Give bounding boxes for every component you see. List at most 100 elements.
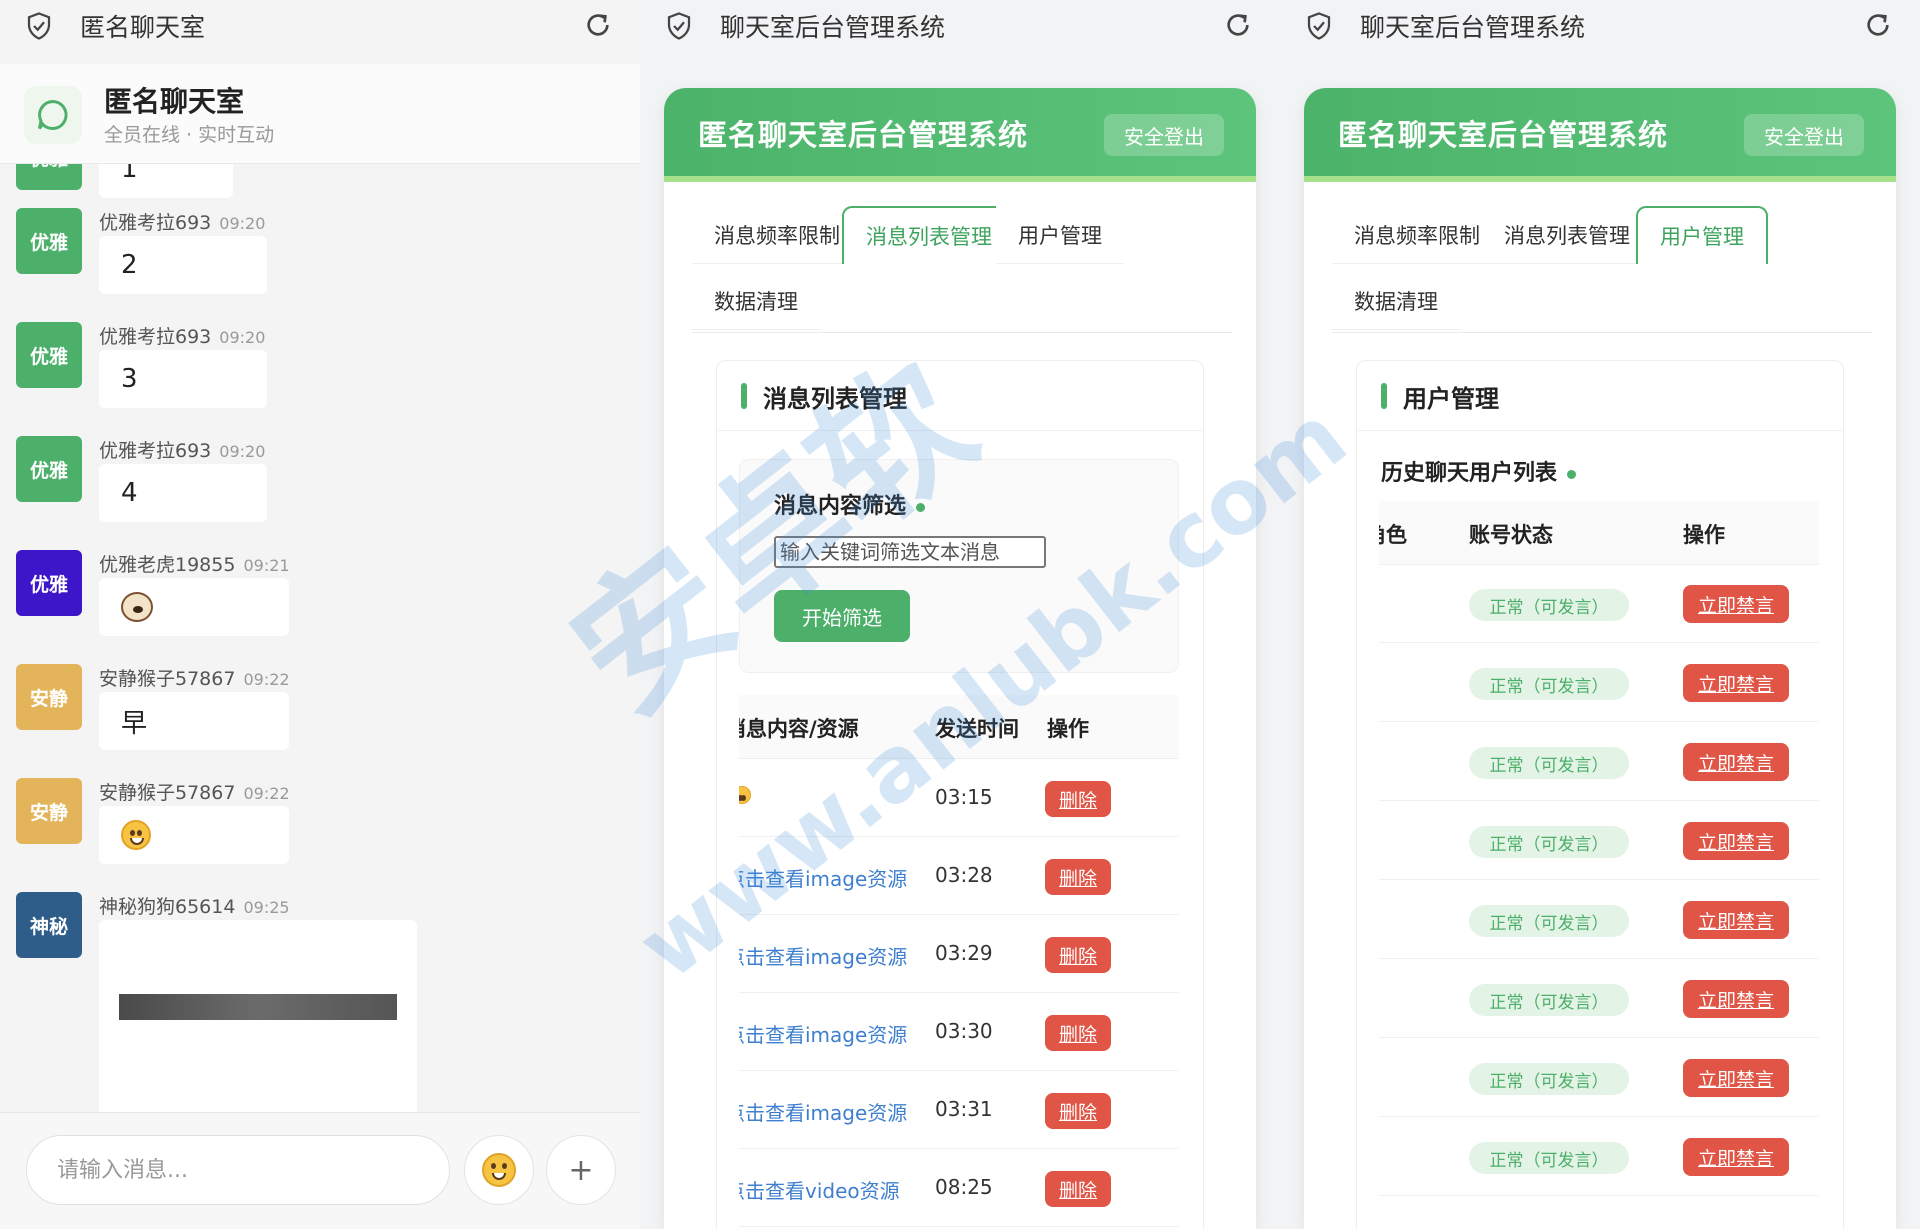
reload-icon[interactable] xyxy=(582,9,614,41)
delete-button[interactable]: 删除 xyxy=(1045,1093,1111,1129)
reload-icon[interactable] xyxy=(1862,9,1894,41)
mute-user-button[interactable]: 立即禁言 xyxy=(1683,585,1789,623)
avatar[interactable]: 优雅 xyxy=(16,164,82,190)
table-header: 消息内容/资源 发送时间 操作 xyxy=(739,695,1179,759)
section-accent-bar xyxy=(741,383,747,409)
logout-button[interactable]: 安全登出 xyxy=(1104,114,1224,156)
logout-button[interactable]: 安全登出 xyxy=(1744,114,1864,156)
column-header-action: 操作 xyxy=(1047,717,1089,741)
avatar[interactable]: 神秘 xyxy=(16,892,82,958)
mute-user-button[interactable]: 立即禁言 xyxy=(1683,901,1789,939)
mute-user-button[interactable]: 立即禁言 xyxy=(1683,1138,1789,1176)
status-badge: 正常（可发言） xyxy=(1469,589,1629,621)
message-bubble: 4 xyxy=(99,464,267,522)
reload-icon[interactable] xyxy=(1222,9,1254,41)
avatar[interactable]: 优雅 xyxy=(16,322,82,388)
message-image[interactable] xyxy=(119,994,397,1020)
status-badge: 正常（可发言） xyxy=(1469,826,1629,858)
tab-rate-limit[interactable]: 消息频率限制 xyxy=(692,206,862,264)
chat-header: 匿名聊天室 全员在线 · 实时互动 xyxy=(0,64,640,164)
delete-button[interactable]: 删除 xyxy=(1045,1015,1111,1051)
table-row: 点击查看image资源 03:29 删除 xyxy=(739,915,1179,993)
message-sender: 神秘狗狗65614 09:25 xyxy=(99,896,290,918)
resource-link[interactable]: 点击查看video资源 xyxy=(739,1175,900,1204)
add-attachment-button[interactable]: + xyxy=(546,1135,616,1205)
table-row: 正常（可发言） 立即禁言 xyxy=(1379,1118,1819,1196)
filter-box: 消息内容筛选 开始筛选 xyxy=(739,459,1179,673)
avatar[interactable]: 优雅 xyxy=(16,550,82,616)
emoji-icon xyxy=(739,786,751,804)
resource-link[interactable]: 点击查看image资源 xyxy=(739,1019,907,1048)
message-sender: 安静猴子57867 09:22 xyxy=(99,668,290,690)
tab-data-cleanup[interactable]: 数据清理 xyxy=(692,272,820,330)
message-list[interactable]: 优雅 1 优雅 优雅考拉69309:20 2 优雅 优雅考拉69309:20 3… xyxy=(0,164,640,1112)
avatar[interactable]: 安静 xyxy=(16,664,82,730)
message-sender: 安静猴子57867 09:22 xyxy=(99,782,290,804)
message-bubble xyxy=(99,578,289,636)
mute-user-button[interactable]: 立即禁言 xyxy=(1683,822,1789,860)
message-time: 03:15 xyxy=(935,785,993,809)
table-header: 角色 账号状态 操作 xyxy=(1379,501,1819,565)
user-table: 角色 账号状态 操作 正常（可发言） 立即禁言 正常（可发言） 立即禁言 正常（… xyxy=(1379,501,1819,1229)
admin-title: 匿名聊天室后台管理系统 xyxy=(1338,118,1669,152)
message-time: 03:28 xyxy=(935,863,993,887)
message-time: 09:22 xyxy=(243,784,290,803)
avatar[interactable]: 优雅 xyxy=(16,208,82,274)
tab-rate-limit[interactable]: 消息频率限制 xyxy=(1332,206,1502,264)
delete-button[interactable]: 删除 xyxy=(1045,937,1111,973)
tab-data-cleanup[interactable]: 数据清理 xyxy=(1332,272,1460,330)
dog-emoji-icon xyxy=(121,592,153,622)
message-time: 09:22 xyxy=(243,670,290,689)
admin-header: 匿名聊天室后台管理系统 安全登出 xyxy=(664,88,1256,182)
message-time: 08:25 xyxy=(935,1175,993,1199)
message-bubble: 2 xyxy=(99,236,267,294)
resource-link[interactable]: 点击查看image资源 xyxy=(739,941,907,970)
tab-message-list[interactable]: 消息列表管理 xyxy=(842,206,1016,264)
browser-bar: 聊天室后台管理系统 xyxy=(640,0,1280,52)
delete-button[interactable]: 删除 xyxy=(1045,1171,1111,1207)
status-dot xyxy=(916,502,926,512)
message-time: 09:20 xyxy=(219,214,266,233)
start-filter-button[interactable]: 开始筛选 xyxy=(774,590,910,642)
tab-user-management[interactable]: 用户管理 xyxy=(996,206,1124,264)
section-header: 消息列表管理 xyxy=(717,361,1203,431)
table-row: 正常（可发言） 立即禁言 xyxy=(1379,723,1819,801)
mute-user-button[interactable]: 立即禁言 xyxy=(1683,664,1789,702)
avatar[interactable]: 优雅 xyxy=(16,436,82,502)
section-title: 用户管理 xyxy=(1403,385,1499,413)
chat-title: 匿名聊天室 xyxy=(104,85,245,118)
status-badge: 正常（可发言） xyxy=(1469,984,1629,1016)
message-time: 03:29 xyxy=(935,941,993,965)
keyword-filter-input[interactable] xyxy=(774,536,1046,568)
delete-button[interactable]: 删除 xyxy=(1045,781,1111,817)
user-management-section: 用户管理 历史聊天用户列表 角色 账号状态 操作 正常（可发言） 立即禁言 正常… xyxy=(1356,360,1844,1229)
table-row: 正常（可发言） 立即禁言 xyxy=(1379,1039,1819,1117)
message-sender: 优雅考拉693 09:20 xyxy=(99,440,266,462)
table-row: 点击查看image资源 03:30 删除 xyxy=(739,993,1179,1071)
avatar[interactable]: 安静 xyxy=(16,778,82,844)
emoji-icon xyxy=(482,1153,516,1187)
mute-user-button[interactable]: 立即禁言 xyxy=(1683,743,1789,781)
browser-title: 匿名聊天室 xyxy=(80,13,206,42)
delete-button[interactable]: 删除 xyxy=(1045,859,1111,895)
resource-link[interactable]: 点击查看image资源 xyxy=(739,1097,907,1126)
tab-user-management[interactable]: 用户管理 xyxy=(1636,206,1768,264)
status-badge: 正常（可发言） xyxy=(1469,1142,1629,1174)
emoji-button[interactable] xyxy=(464,1135,534,1205)
message-content xyxy=(739,785,751,809)
table-row: 点击查看image资源 03:31 删除 xyxy=(739,1071,1179,1149)
resource-link[interactable]: 点击查看image资源 xyxy=(739,863,907,892)
message-input[interactable] xyxy=(26,1135,450,1205)
filter-title: 消息内容筛选 xyxy=(774,488,926,520)
message-time: 09:21 xyxy=(243,556,290,575)
table-row: 点击查看video资源 08:25 删除 xyxy=(739,1149,1179,1227)
status-badge: 正常（可发言） xyxy=(1469,1063,1629,1095)
mute-user-button[interactable]: 立即禁言 xyxy=(1683,1059,1789,1097)
message-time: 09:20 xyxy=(219,328,266,347)
browser-bar: 匿名聊天室 xyxy=(0,0,640,52)
message-bubble xyxy=(99,806,289,864)
message-list-section: 消息列表管理 消息内容筛选 开始筛选 消息内容/资源 发送时间 操作 03:1 xyxy=(716,360,1204,1229)
mute-user-button[interactable]: 立即禁言 xyxy=(1683,980,1789,1018)
tab-message-list[interactable]: 消息列表管理 xyxy=(1482,206,1652,264)
column-header-role: 角色 xyxy=(1379,523,1407,547)
